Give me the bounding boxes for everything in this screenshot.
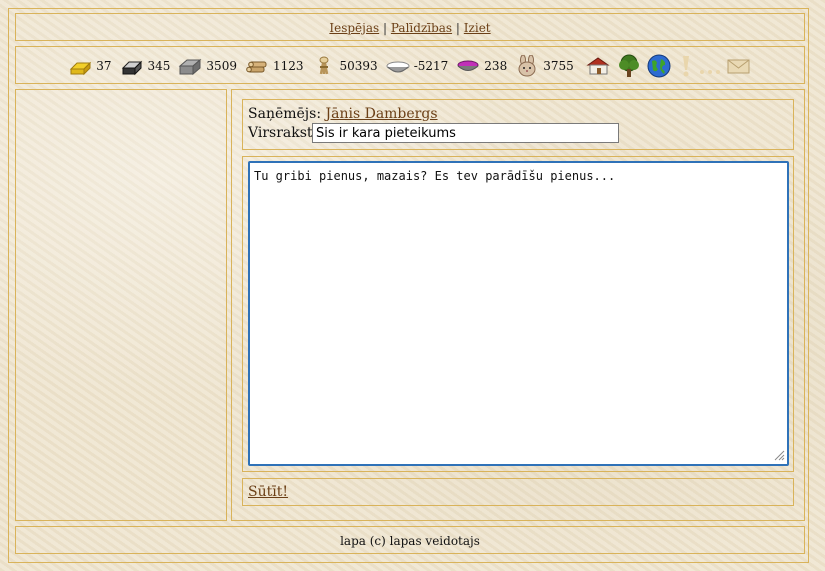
nav-link-logout[interactable]: Iziet bbox=[464, 21, 491, 35]
resource-iron: 345 bbox=[120, 55, 171, 77]
resource-bar: 37 345 3509 1123 50393 -5217 238 3755 bbox=[15, 46, 805, 84]
nav-link-options[interactable]: Iespējas bbox=[329, 21, 379, 35]
recipient-link[interactable]: Jānis Dambergs bbox=[326, 106, 438, 122]
footer: lapa (c) lapas veidotajs bbox=[15, 526, 805, 554]
nav-link-help[interactable]: Palīdzības bbox=[391, 21, 452, 35]
rabbit-head-icon bbox=[515, 54, 539, 77]
subject-input[interactable] bbox=[312, 123, 619, 143]
resource-gold-value: 37 bbox=[96, 59, 112, 73]
exclamation-icon[interactable] bbox=[678, 54, 694, 78]
ellipsis-icon[interactable] bbox=[698, 54, 722, 78]
resource-gold: 37 bbox=[68, 55, 112, 77]
envelope-icon[interactable] bbox=[726, 55, 752, 77]
stone-block-icon bbox=[178, 55, 202, 77]
resource-purple: 238 bbox=[456, 55, 507, 77]
send-button[interactable]: Sūtīt! bbox=[248, 484, 288, 500]
resource-stone-value: 3509 bbox=[206, 59, 237, 73]
resource-grain-value: 50393 bbox=[339, 59, 378, 73]
food-bowl-icon bbox=[386, 55, 410, 77]
message-body-box: Tu gribi pienus, mazais? Es tev parādīšu… bbox=[242, 156, 794, 472]
iron-bar-icon bbox=[120, 55, 144, 77]
send-box: Sūtīt! bbox=[242, 478, 794, 506]
footer-text: lapa (c) lapas veidotajs bbox=[340, 534, 480, 548]
gold-bar-icon bbox=[68, 55, 92, 77]
resource-purple-value: 238 bbox=[484, 59, 508, 73]
left-sidebar bbox=[15, 89, 227, 521]
resource-food-value: -5217 bbox=[413, 59, 449, 73]
message-textarea[interactable]: Tu gribi pienus, mazais? Es tev parādīšu… bbox=[248, 161, 789, 466]
resource-grain: 50393 bbox=[312, 55, 378, 77]
tree-icon[interactable] bbox=[616, 54, 642, 78]
globe-icon[interactable] bbox=[646, 53, 672, 79]
nav-separator: | bbox=[455, 21, 460, 35]
resource-wood: 1123 bbox=[245, 55, 304, 77]
resource-wood-value: 1123 bbox=[272, 59, 304, 73]
purple-bowl-icon bbox=[456, 55, 480, 77]
wood-logs-icon bbox=[245, 55, 269, 77]
recipient-row: Saņēmējs: Jānis Dambergs bbox=[248, 106, 438, 122]
nav-separator: | bbox=[383, 21, 388, 35]
wheat-sheaf-icon bbox=[312, 55, 336, 77]
resource-iron-value: 345 bbox=[147, 59, 171, 73]
message-header: Saņēmējs: Jānis Dambergs Virsraksts: bbox=[242, 99, 794, 150]
resource-rabbit-value: 3755 bbox=[543, 59, 574, 73]
resource-food: -5217 bbox=[386, 55, 449, 77]
resize-grip-icon[interactable] bbox=[773, 449, 785, 461]
house-icon[interactable] bbox=[586, 55, 612, 77]
top-navigation: Iespējas | Palīdzības | Iziet bbox=[15, 13, 805, 41]
resource-stone: 3509 bbox=[178, 55, 237, 77]
recipient-label: Saņēmējs: bbox=[248, 106, 322, 122]
resource-rabbit: 3755 bbox=[515, 54, 574, 77]
